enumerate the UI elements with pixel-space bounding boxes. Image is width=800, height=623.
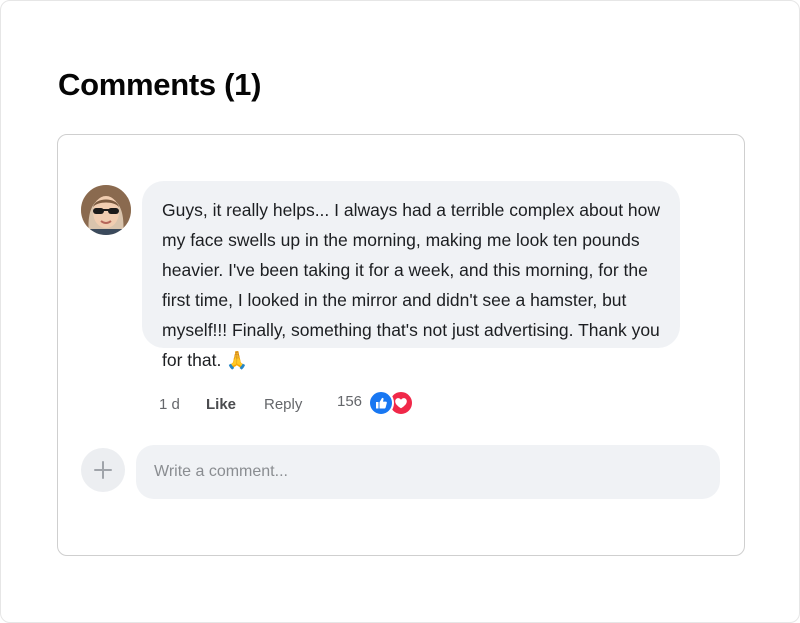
comment-bubble: Guys, it really helps... I always had a … [142,181,680,370]
add-comment-avatar[interactable] [81,448,125,492]
comments-title: Comments (1) [58,67,262,102]
comments-card: Guys, it really helps... I always had a … [57,134,745,556]
plus-icon [94,461,112,479]
reply-button[interactable]: Reply [264,394,302,416]
comments-page: Comments (1) Guys, it really helps... I … [0,0,800,623]
avatar[interactable] [81,185,131,235]
comment-input[interactable] [136,445,720,499]
comment-timestamp[interactable]: 1 d [159,394,180,416]
reaction-count[interactable]: 156 [337,391,362,413]
like-button[interactable]: Like [206,394,236,416]
like-icon [368,390,394,416]
reactions-summary[interactable] [368,390,416,416]
comment-text: Guys, it really helps... I always had a … [162,200,661,370]
user-photo-icon [81,185,131,235]
